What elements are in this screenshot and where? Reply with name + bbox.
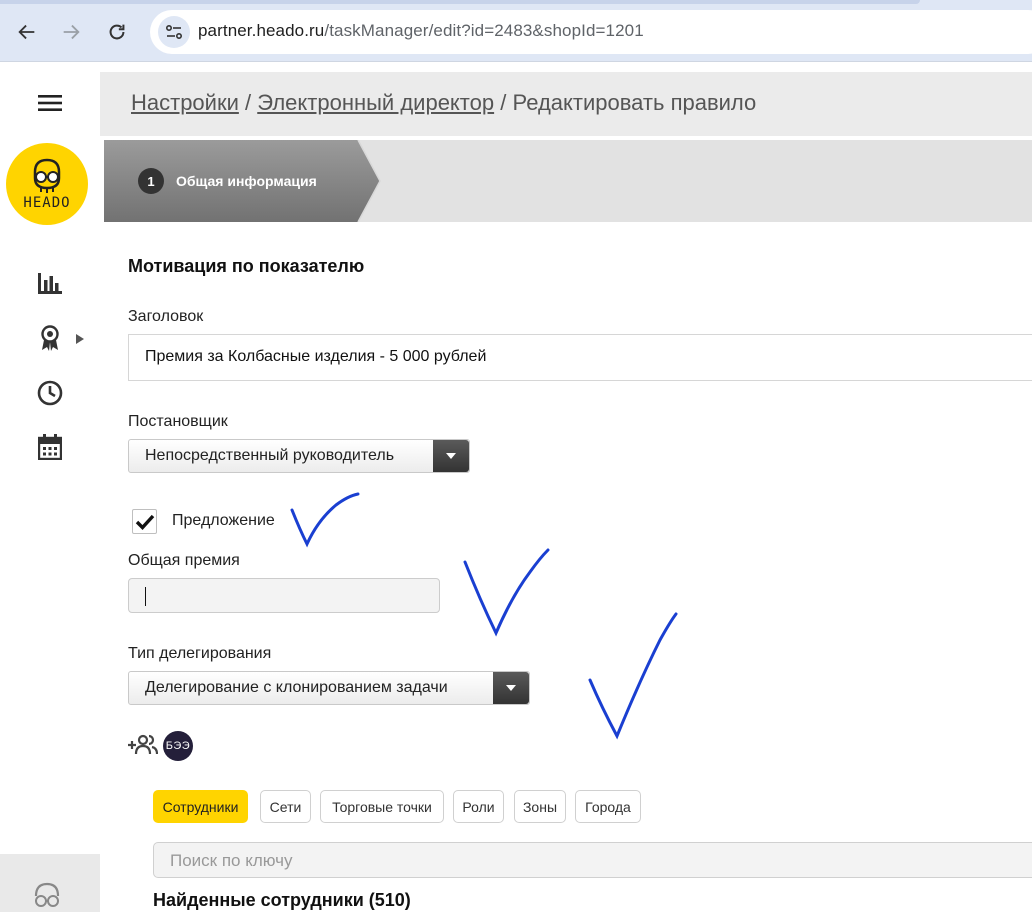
forward-button[interactable] [53,14,89,50]
user-avatar[interactable]: БЭЭ [163,731,193,761]
hamburger-menu-button[interactable] [36,89,64,117]
bar-chart-icon [38,273,62,294]
stepper: 1 Общая информация [104,140,1032,222]
step-label: Общая информация [176,173,317,189]
assigner-select-value: Непосредственный руководитель [145,447,395,464]
title-label: Заголовок [128,308,204,325]
assigner-select[interactable]: Непосредственный руководитель [128,439,470,473]
bonus-input[interactable] [128,578,440,613]
address-bar[interactable]: partner.heado.ru/taskManager/edit?id=248… [150,10,1032,54]
breadcrumb-current: Редактировать правило [512,90,757,115]
reload-icon [109,24,125,40]
clock-icon [37,380,63,406]
title-input[interactable]: Премия за Колбасные изделия - 5 000 рубл… [128,334,1032,381]
browser-tab-strip [0,0,920,4]
tab-cities[interactable]: Города [575,790,641,823]
section-title: Мотивация по показателю [128,256,365,276]
forward-arrow-icon [63,24,80,40]
sidebar: HEADO [0,62,100,912]
bonus-label: Общая премия [128,552,240,569]
browser-toolbar: partner.heado.ru/taskManager/edit?id=248… [0,0,1032,62]
submenu-arrow-icon [76,334,84,344]
logo-text: HEADO [23,194,71,211]
breadcrumb-link-director[interactable]: Электронный директор [257,90,494,115]
tab-networks[interactable]: Сети [260,790,311,823]
tab-employees[interactable]: Сотрудники [153,790,248,823]
add-user-button[interactable] [128,733,159,757]
sidebar-item-motivation[interactable] [36,324,64,352]
main-content: Настройки / Электронный директор / Редак… [100,62,1032,912]
calendar-icon [38,434,62,460]
chevron-down-icon[interactable] [433,440,469,472]
breadcrumb: Настройки / Электронный директор / Редак… [131,90,756,116]
breadcrumb-link-settings[interactable]: Настройки [131,90,239,115]
sidebar-item-analytics[interactable] [36,269,64,297]
url-text[interactable]: partner.heado.ru/taskManager/edit?id=248… [198,21,644,41]
page-header: Настройки / Электронный директор / Редак… [100,72,1032,136]
results-title: Найденные сотрудники (510) [153,890,411,910]
tab-zones[interactable]: Зоны [514,790,566,823]
search-placeholder: Поиск по ключу [170,851,293,870]
reload-button[interactable] [99,14,135,50]
sidebar-item-calendar[interactable] [36,433,64,461]
hamburger-menu-icon [38,95,62,111]
back-arrow-icon [18,24,35,40]
checkmark-icon [135,514,154,530]
url-host: partner.heado.ru [198,21,325,40]
step-general-info[interactable]: 1 Общая информация [104,140,384,222]
sidebar-item-history[interactable] [36,379,64,407]
assigner-label: Постановщик [128,413,228,430]
delegation-select-value: Делегирование с клонированием задачи [145,679,448,696]
breadcrumb-separator: / [245,90,252,115]
sidebar-footer [0,854,100,912]
proposal-label[interactable]: Предложение [172,512,275,530]
site-settings-icon [165,24,183,40]
site-settings-button[interactable] [158,16,190,48]
heado-mascot-icon [33,158,61,193]
delegation-select[interactable]: Делегирование с клонированием задачи [128,671,530,705]
delegation-label: Тип делегирования [128,645,272,662]
heado-logo[interactable]: HEADO [6,143,88,225]
heado-glasses-icon[interactable] [30,882,64,912]
tab-stores[interactable]: Торговые точки [320,790,444,823]
search-input[interactable]: Поиск по ключу [153,842,1032,878]
url-path: /taskManager/edit?id=2483&shopId=1201 [324,21,644,40]
award-ribbon-icon [41,325,59,351]
back-button[interactable] [9,14,45,50]
text-caret [145,587,146,606]
step-number: 1 [138,168,164,194]
tab-roles[interactable]: Роли [453,790,504,823]
chevron-down-icon[interactable] [493,672,529,704]
breadcrumb-separator: / [500,90,507,115]
add-group-icon [128,734,159,755]
proposal-checkbox[interactable] [132,509,157,534]
